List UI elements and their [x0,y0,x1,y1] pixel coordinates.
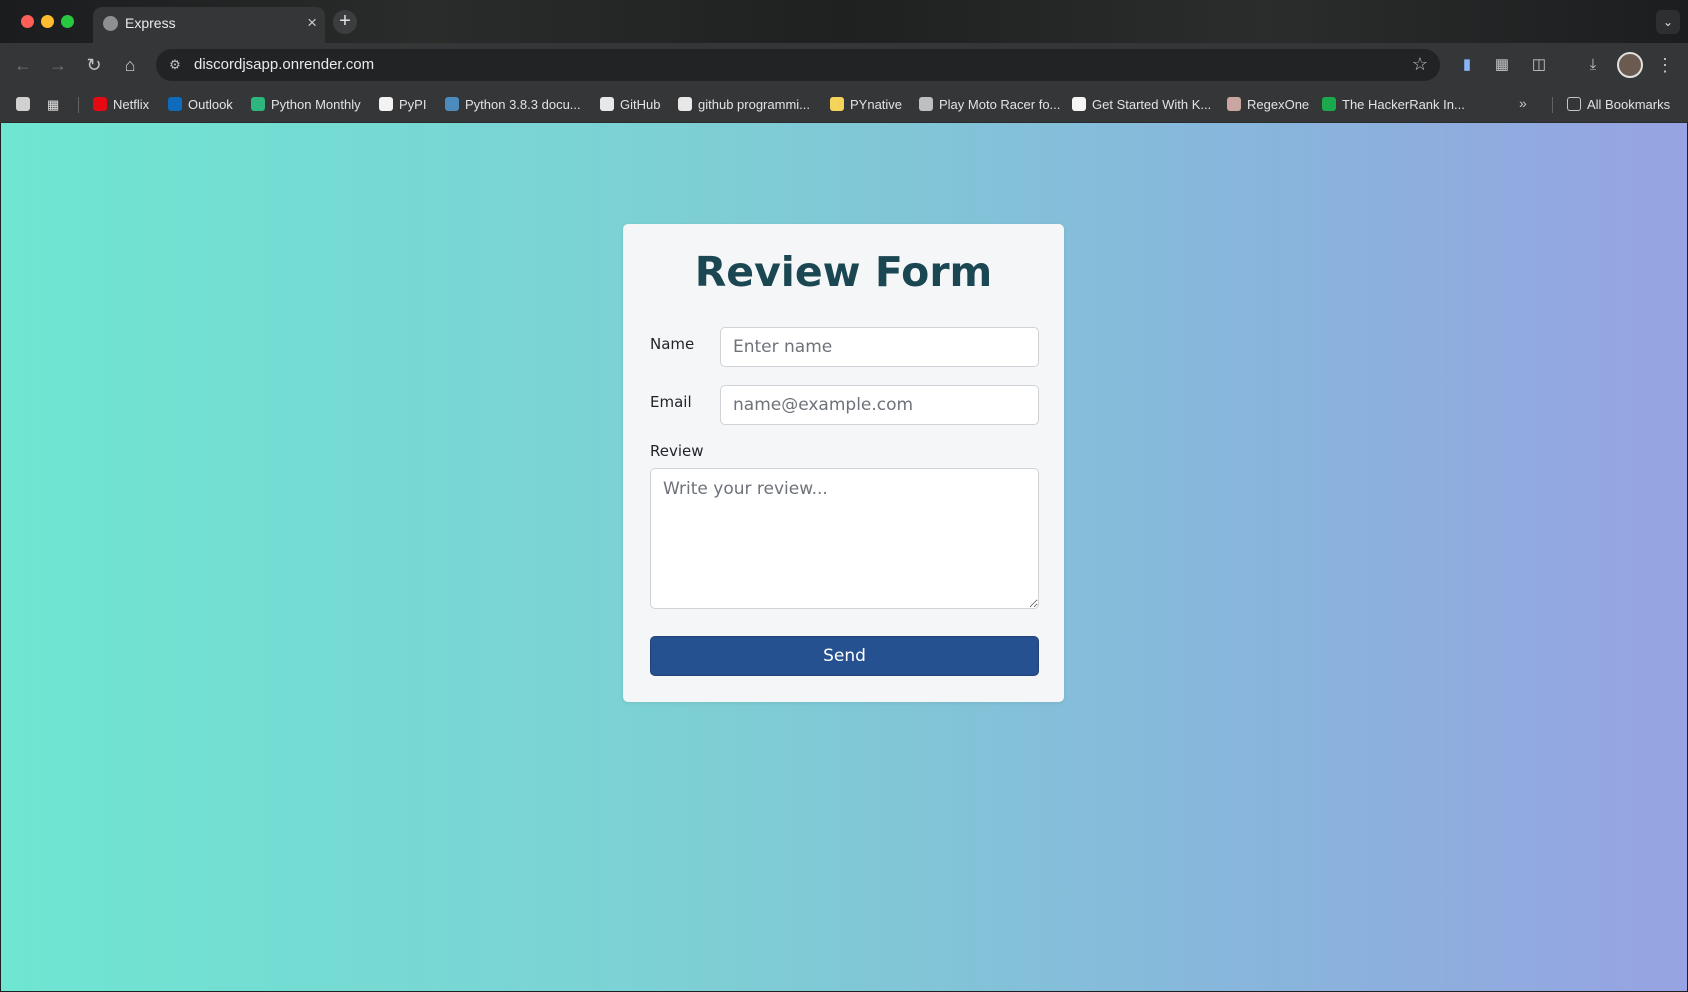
email-label: Email [650,393,692,411]
bookmark-label: The HackerRank In... [1342,97,1465,112]
name-input[interactable] [720,327,1039,367]
browser-tab[interactable]: Express × [93,7,325,43]
tab-search-icon[interactable]: ⌄ [1656,10,1680,34]
bookmark-favicon-icon [379,97,393,111]
bookmark-favicon-icon [600,97,614,111]
close-tab-icon[interactable]: × [307,13,317,33]
extensions-puzzle-icon[interactable]: ◫ [1528,54,1550,76]
bookmark-item[interactable]: Play Moto Racer fo... [919,95,1060,115]
minimize-window-button[interactable] [41,15,54,28]
all-bookmarks-label: All Bookmarks [1587,97,1671,112]
bookmark-label: Python 3.8.3 docu... [465,97,581,112]
maximize-window-button[interactable] [61,15,74,28]
bookmark-item[interactable]: RegexOne [1227,95,1309,115]
bookmark-label: PYnative [850,97,903,112]
bookmark-favicon-icon [445,97,459,111]
url-text[interactable]: discordjsapp.onrender.com [194,56,374,73]
review-textarea[interactable] [650,468,1039,609]
review-label: Review [650,442,704,460]
bookmark-label: GitHub [620,97,661,112]
back-arrow-icon[interactable]: ← [10,52,36,78]
extension-icon[interactable]: ▮ [1456,54,1478,76]
all-bookmarks-folder[interactable]: All Bookmarks [1567,95,1670,115]
bookmark-item[interactable]: PYnative [830,95,902,115]
menu-kebab-icon[interactable]: ⋮ [1656,52,1674,78]
bookmark-favicon-icon [93,97,107,111]
more-bookmarks-icon[interactable]: » [1519,95,1527,111]
form-title: Review Form [694,248,993,296]
bookmark-favicon-icon [1227,97,1241,111]
bookmark-item[interactable]: The HackerRank In... [1322,95,1465,115]
bookmark-favicon-icon [1072,97,1086,111]
bookmark-item[interactable]: GitHub [600,95,660,115]
download-icon[interactable]: ⤓ [1582,54,1604,76]
bookmark-label: RegexOne [1247,97,1310,112]
bookmark-favicon-icon [1322,97,1336,111]
bookmark-label: github programmi... [698,97,810,112]
bookmark-item[interactable]: Python Monthly [251,95,361,115]
bookmarks-separator [78,97,79,113]
bookmark-item[interactable]: Python 3.8.3 docu... [445,95,581,115]
bookmark-item[interactable]: PyPI [379,95,426,115]
bookmark-label: Python Monthly [271,97,361,112]
bookmarks-bar: ▦ Netflix Outlook Python Monthly PyPI Python… [0,87,1688,123]
bookmark-item[interactable]: Outlook [168,95,233,115]
new-tab-button[interactable]: + [333,10,357,34]
bookmark-label: Outlook [188,97,233,112]
tab-groups-icon[interactable]: ▦ [47,95,59,115]
bookmark-favicon-icon [830,97,844,111]
bookmark-label: PyPI [399,97,427,112]
review-form-card: Review Form Name Email Review Send [623,224,1064,702]
bookmark-favicon-icon [251,97,265,111]
bookmark-favicon-icon [678,97,692,111]
reload-icon[interactable]: ↻ [81,52,107,78]
close-window-button[interactable] [21,15,34,28]
globe-icon [103,16,118,31]
bookmark-item[interactable]: github programmi... [678,95,810,115]
folder-icon [1567,97,1581,111]
bookmark-favicon-icon [168,97,182,111]
page-background: Review Form Name Email Review Send [1,123,1687,991]
apps-square-icon[interactable] [16,95,36,115]
name-label: Name [650,335,695,353]
bookmark-label: Netflix [113,97,150,112]
bookmarks-separator [1552,97,1553,113]
bookmark-item[interactable]: Get Started With K... [1072,95,1211,115]
site-info-icon[interactable]: ⚙ [166,56,184,74]
browser-toolbar: ← → ↻ ⌂ ⚙ discordjsapp.onrender.com ☆ ▮ … [0,43,1688,87]
window-titlebar: Express × + ⌄ [0,0,1688,43]
profile-avatar[interactable] [1617,52,1643,78]
forward-arrow-icon[interactable]: → [45,52,71,78]
home-icon[interactable]: ⌂ [117,52,143,78]
bookmark-favicon-icon [919,97,933,111]
address-bar[interactable]: ⚙ discordjsapp.onrender.com ☆ [156,49,1440,81]
send-button[interactable]: Send [650,636,1039,676]
email-input[interactable] [720,385,1039,425]
bookmark-label: Play Moto Racer fo... [939,97,1061,112]
bookmark-star-icon[interactable]: ☆ [1412,54,1428,75]
bookmark-label: Get Started With K... [1092,97,1212,112]
tab-title: Express [125,15,176,31]
bookmark-item[interactable]: Netflix [93,95,149,115]
qr-code-icon[interactable]: ▦ [1491,54,1513,76]
